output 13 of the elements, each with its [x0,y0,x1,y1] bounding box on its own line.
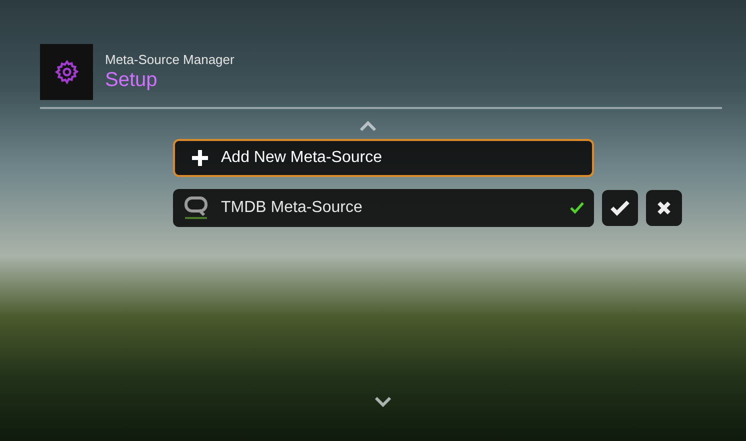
close-icon [657,201,671,215]
plus-icon [191,149,209,167]
source-list-item[interactable]: TMDB Meta-Source [173,189,594,227]
scroll-up-icon [359,121,377,131]
add-source-button[interactable]: Add New Meta-Source [173,139,594,177]
page-title: Meta-Source Manager [105,52,234,68]
scroll-down-icon [374,397,392,407]
enable-button[interactable] [602,190,638,226]
settings-icon [54,59,80,85]
delete-button[interactable] [646,190,682,226]
check-icon [610,200,630,216]
source-name: TMDB Meta-Source [221,198,364,218]
page-subtitle: Setup [105,68,158,92]
